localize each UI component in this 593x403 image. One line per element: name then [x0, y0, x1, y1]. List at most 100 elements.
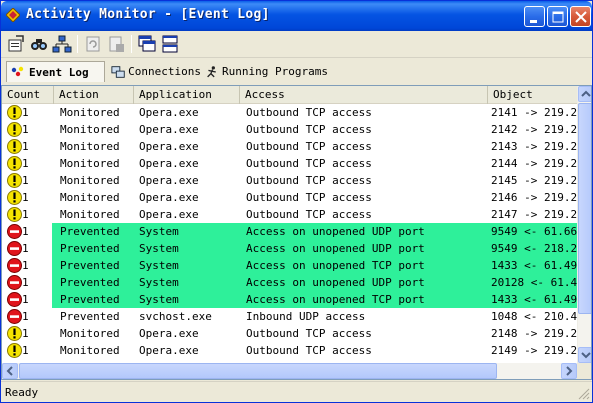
cell-object: 20128 <- 61.49	[491, 276, 577, 289]
scroll-right-button[interactable]	[561, 363, 577, 379]
table-row[interactable]: 1 Monitored Opera.exe Outbound TCP access 21…	[2, 342, 577, 359]
vertical-scrollbar[interactable]	[577, 86, 591, 363]
cell-count: 1	[22, 310, 29, 323]
table-row[interactable]: 1 Monitored Opera.exe Outbound TCP access 21…	[2, 155, 577, 172]
cell-action: Prevented	[60, 242, 120, 255]
cell-application: Opera.exe	[139, 123, 199, 136]
cell-action: Prevented	[60, 259, 120, 272]
cell-action: Monitored	[60, 123, 120, 136]
table-row[interactable]: 1 Prevented System Access on unopened TCP p…	[2, 257, 577, 274]
cell-application: Opera.exe	[139, 157, 199, 170]
cell-access: Access on unopened UDP port	[246, 225, 425, 238]
cell-object: 2145 -> 219.23	[491, 174, 577, 187]
column-header-object[interactable]: Object	[488, 86, 577, 104]
horizontal-scroll-thumb[interactable]	[19, 363, 497, 379]
warning-icon	[7, 122, 22, 137]
cell-access: Access on unopened UDP port	[246, 276, 425, 289]
column-header-action[interactable]: Action	[54, 86, 134, 104]
cell-access: Inbound UDP access	[246, 310, 366, 323]
warning-icon	[7, 156, 22, 171]
warning-icon	[7, 343, 22, 358]
warning-icon	[7, 190, 22, 205]
tile-button[interactable]	[160, 34, 180, 54]
cell-count: 1	[22, 174, 29, 187]
scroll-up-button[interactable]	[578, 86, 591, 102]
clear-button[interactable]	[106, 34, 126, 54]
properties-button[interactable]	[6, 34, 26, 54]
cell-object: 1048 <- 210.41	[491, 310, 577, 323]
table-row[interactable]: 1 Prevented System Access on unopened UDP p…	[2, 223, 577, 240]
blocked-icon	[7, 241, 22, 256]
table-row[interactable]: 1 Prevented svchost.exe Inbound UDP access 1…	[2, 308, 577, 325]
activity-monitor-window: Activity Monitor - [Event Log] Event Log…	[0, 0, 593, 403]
cell-count: 1	[22, 123, 29, 136]
tab-connections[interactable]: Connections	[108, 61, 201, 82]
table-row[interactable]: 1 Monitored Opera.exe Outbound TCP access 21…	[2, 121, 577, 138]
cell-count: 1	[22, 276, 29, 289]
cell-action: Prevented	[60, 225, 120, 238]
toolbar	[1, 31, 592, 58]
cell-access: Outbound TCP access	[246, 208, 372, 221]
arrow-down-icon	[581, 352, 591, 359]
cell-count: 1	[22, 242, 29, 255]
cell-action: Monitored	[60, 157, 120, 170]
app-icon	[6, 8, 20, 22]
cell-count: 1	[22, 293, 29, 306]
table-row[interactable]: 1 Monitored Opera.exe Outbound TCP access 21…	[2, 172, 577, 189]
event-log-list[interactable]: Count Action Application Access Object 1…	[1, 85, 592, 380]
warning-icon	[7, 105, 22, 120]
blocked-icon	[7, 275, 22, 290]
network-button[interactable]	[52, 34, 72, 54]
cell-count: 1	[22, 225, 29, 238]
refresh-button[interactable]	[83, 34, 103, 54]
cell-action: Monitored	[60, 106, 120, 119]
table-row[interactable]: 1 Prevented System Access on unopened UDP p…	[2, 274, 577, 291]
table-row[interactable]: 1 Monitored Opera.exe Outbound TCP access 21…	[2, 189, 577, 206]
status-text: Ready	[5, 386, 39, 399]
close-icon	[575, 11, 587, 23]
title-bar[interactable]: Activity Monitor - [Event Log]	[1, 1, 592, 31]
cell-action: Monitored	[60, 191, 120, 204]
scrollbar-corner	[577, 363, 591, 379]
cell-application: System	[139, 293, 179, 306]
find-button[interactable]	[29, 34, 49, 54]
table-row[interactable]: 1 Prevented System Access on unopened TCP p…	[2, 291, 577, 308]
column-header-count[interactable]: Count	[2, 86, 54, 104]
tab-label: Running Programs	[222, 65, 328, 78]
cell-application: Opera.exe	[139, 344, 199, 357]
table-row[interactable]: 1 Monitored Opera.exe Outbound TCP access 21…	[2, 206, 577, 223]
cell-action: Prevented	[60, 293, 120, 306]
cell-access: Access on unopened TCP port	[246, 259, 425, 272]
toolbar-separator	[77, 35, 78, 53]
tab-label: Connections	[128, 65, 201, 78]
refresh-icon	[86, 36, 100, 52]
cell-application: Opera.exe	[139, 140, 199, 153]
close-button[interactable]	[570, 6, 591, 27]
tile-icon	[162, 35, 178, 53]
horizontal-scrollbar[interactable]	[2, 363, 577, 379]
tab-running-programs[interactable]: Running Programs	[203, 61, 328, 82]
maximize-button[interactable]	[547, 6, 568, 27]
table-row[interactable]: 1 Monitored Opera.exe Outbound TCP access 21…	[2, 138, 577, 155]
cell-action: Monitored	[60, 174, 120, 187]
cell-count: 1	[22, 106, 29, 119]
column-header-access[interactable]: Access	[240, 86, 488, 104]
cascade-button[interactable]	[137, 34, 157, 54]
table-row[interactable]: 1 Prevented System Access on unopened UDP p…	[2, 240, 577, 257]
scroll-down-button[interactable]	[578, 347, 591, 363]
cell-object: 1433 <- 61.49.	[491, 259, 577, 272]
warning-icon	[7, 139, 22, 154]
column-header-application[interactable]: Application	[134, 86, 240, 104]
minimize-button[interactable]	[524, 6, 545, 27]
cell-count: 1	[22, 327, 29, 340]
resize-grip-icon[interactable]	[578, 388, 590, 400]
cell-application: Opera.exe	[139, 208, 199, 221]
table-row[interactable]: 1 Monitored Opera.exe Outbound TCP access 21…	[2, 104, 577, 121]
toolbar-separator	[131, 35, 132, 53]
table-row[interactable]: 1 Monitored Opera.exe Outbound TCP access 21…	[2, 325, 577, 342]
scroll-left-button[interactable]	[2, 363, 18, 379]
warning-icon	[7, 207, 22, 222]
arrow-right-icon	[566, 366, 573, 376]
tab-event-log[interactable]: Event Log	[6, 61, 105, 82]
vertical-scroll-thumb[interactable]	[578, 103, 591, 314]
